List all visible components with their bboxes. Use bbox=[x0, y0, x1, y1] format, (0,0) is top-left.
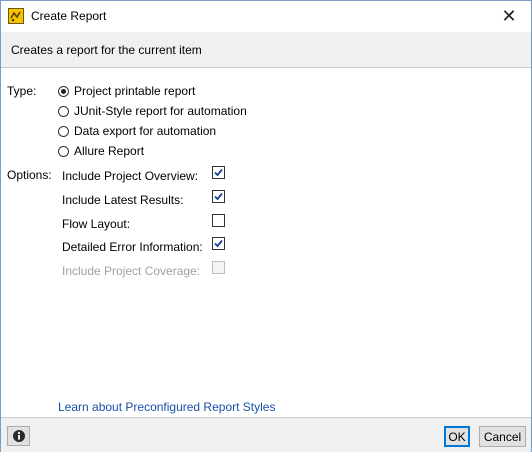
checkbox-latest-results[interactable] bbox=[212, 190, 225, 203]
option-label-latest-results: Include Latest Results: bbox=[62, 193, 184, 207]
checkbox-project-overview[interactable] bbox=[212, 166, 225, 179]
create-report-dialog: Create Report ✕ Creates a report for the… bbox=[0, 0, 532, 452]
radio-label: Data export for automation bbox=[74, 124, 217, 138]
header-band: Creates a report for the current item bbox=[1, 32, 531, 68]
learn-report-styles-link[interactable]: Learn about Preconfigured Report Styles bbox=[58, 400, 275, 414]
report-app-icon bbox=[8, 8, 24, 24]
radio-label: JUnit-Style report for automation bbox=[74, 104, 247, 118]
dialog-footer: OK Cancel bbox=[1, 417, 531, 452]
info-button[interactable] bbox=[7, 426, 30, 446]
radio-allure-report[interactable]: Allure Report bbox=[58, 143, 144, 159]
checkmark-icon bbox=[214, 192, 223, 201]
radio-label: Allure Report bbox=[74, 144, 145, 158]
radio-button-checked[interactable] bbox=[58, 85, 69, 97]
info-icon bbox=[12, 430, 25, 442]
option-label-detailed-error-information: Detailed Error Information: bbox=[62, 240, 203, 254]
radio-project-printable-report[interactable]: Project printable report bbox=[58, 83, 195, 99]
close-icon[interactable]: ✕ bbox=[487, 1, 531, 31]
option-label-flow-layout: Flow Layout: bbox=[62, 217, 131, 231]
checkmark-icon bbox=[214, 168, 223, 177]
ok-button[interactable]: OK bbox=[444, 426, 470, 447]
dialog-content: Type: Project printable report JUnit-Sty… bbox=[1, 68, 531, 417]
radio-junit-style-report[interactable]: JUnit-Style report for automation bbox=[58, 103, 247, 119]
radio-button[interactable] bbox=[58, 105, 69, 117]
title-bar: Create Report ✕ bbox=[1, 1, 531, 32]
radio-button[interactable] bbox=[58, 125, 69, 137]
cancel-button[interactable]: Cancel bbox=[479, 426, 526, 447]
checkmark-icon bbox=[214, 239, 223, 248]
radio-label: Project printable report bbox=[74, 84, 196, 98]
checkbox-project-coverage bbox=[212, 261, 225, 274]
option-label-project-overview: Include Project Overview: bbox=[62, 169, 199, 183]
option-label-project-coverage: Include Project Coverage: bbox=[62, 264, 201, 278]
type-label: Type: bbox=[7, 84, 37, 98]
radio-data-export[interactable]: Data export for automation bbox=[58, 123, 216, 139]
dialog-subtitle: Creates a report for the current item bbox=[11, 43, 202, 57]
options-label: Options: bbox=[7, 168, 52, 182]
checkbox-detailed-error-information[interactable] bbox=[212, 237, 225, 250]
checkbox-flow-layout[interactable] bbox=[212, 214, 225, 227]
window-title: Create Report bbox=[31, 9, 107, 23]
radio-button[interactable] bbox=[58, 145, 69, 157]
